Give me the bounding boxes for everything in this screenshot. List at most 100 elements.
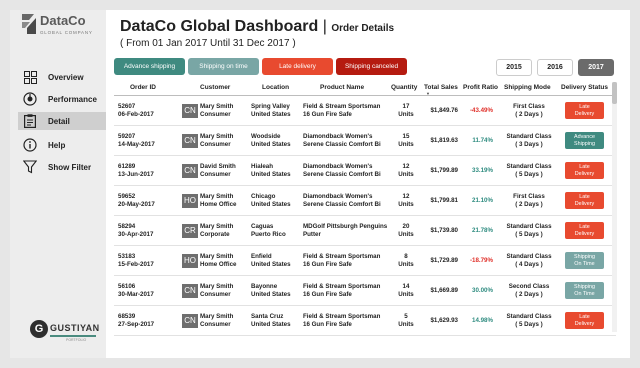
product-name-line1: Field & Stream Sportsman xyxy=(303,283,381,290)
quantity-cell: 14 Units xyxy=(394,283,418,299)
product-cell: Diamondback Women's Serene Classic Comfo… xyxy=(303,163,381,179)
profit-ratio: 14.98% xyxy=(472,317,493,324)
customer-cell: Mary Smith Consumer xyxy=(200,133,233,149)
shipping-days: ( 5 Days ) xyxy=(515,231,543,238)
order-id: 61289 xyxy=(118,163,136,170)
product-name-line2: Serene Classic Comfort Bi xyxy=(303,201,381,208)
product-name-line1: Diamondback Women's xyxy=(303,163,373,170)
customer-segment: Consumer xyxy=(200,291,231,298)
nav-item-detail[interactable]: Detail xyxy=(18,112,106,130)
delivery-status-badge: Late Delivery xyxy=(565,162,604,179)
brand-underline xyxy=(50,335,96,337)
status-line2: Delivery xyxy=(574,320,595,327)
product-cell: Diamondback Women's Serene Classic Comfo… xyxy=(303,193,381,209)
segment-badge: CN xyxy=(182,284,198,298)
customer-name: Mary Smith xyxy=(200,223,234,230)
order-id: 59207 xyxy=(118,133,136,140)
profit-ratio: 30.00% xyxy=(472,287,493,294)
shipping-days: ( 2 Days ) xyxy=(515,291,543,298)
col-customer[interactable]: Customer xyxy=(200,84,230,91)
product-name-line1: Field & Stream Sportsman xyxy=(303,253,381,260)
filter-late-delivery-button[interactable]: Late delivery xyxy=(262,58,333,75)
table-row[interactable]: 61289 13-Jun-2017 CN David Smith Consume… xyxy=(114,157,616,186)
filter-advance-shipping-button[interactable]: Advance shipping xyxy=(114,58,185,75)
location-city: Hialeah xyxy=(251,163,274,170)
quantity-unit: Units xyxy=(398,321,414,328)
nav-item-overview[interactable]: Overview xyxy=(18,68,106,86)
table-header: Order ID Customer Location Product Name … xyxy=(114,82,616,96)
table-row[interactable]: 53183 15-Feb-2017 HO Mary Smith Home Off… xyxy=(114,247,616,276)
location-country: United States xyxy=(251,171,291,178)
order-date: 13-Jun-2017 xyxy=(118,171,154,178)
delivery-status-badge: Late Delivery xyxy=(565,102,604,119)
location-cell: Chicago United States xyxy=(251,193,291,209)
total-sales: $1,799.89 xyxy=(430,167,458,174)
order-id-cell: 59207 14-May-2017 xyxy=(118,133,155,149)
customer-name: Mary Smith xyxy=(200,103,234,110)
product-cell: Field & Stream Sportsman 16 Gun Fire Saf… xyxy=(303,253,380,269)
title-separator: | xyxy=(322,18,327,35)
total-sales: $1,819.63 xyxy=(430,137,458,144)
table-row[interactable]: 52607 06-Feb-2017 CN Mary Smith Consumer… xyxy=(114,97,616,126)
customer-segment: Home Office xyxy=(200,201,237,208)
status-line2: Delivery xyxy=(574,230,595,237)
customer-segment: Corporate xyxy=(200,231,230,238)
segment-badge: CN xyxy=(182,104,198,118)
col-product-name[interactable]: Product Name xyxy=(320,84,364,91)
page-title: DataCo Global Dashboard | Order Details xyxy=(120,18,394,36)
nav-item-show-filter[interactable]: Show Filter xyxy=(18,158,106,176)
col-shipping-mode[interactable]: Shipping Mode xyxy=(504,84,551,91)
shipping-days: ( 5 Days ) xyxy=(515,171,543,178)
product-cell: Field & Stream Sportsman 16 Gun Fire Saf… xyxy=(303,103,380,119)
shipping-mode: First Class xyxy=(513,103,545,110)
delivery-status-badge: Shipping On Time xyxy=(565,282,604,299)
customer-segment: Consumer xyxy=(200,321,231,328)
page-subtitle: Order Details xyxy=(331,23,395,34)
profit-ratio: 11.74% xyxy=(472,137,493,144)
col-delivery-status[interactable]: Delivery Status xyxy=(561,84,608,91)
scrollbar-thumb[interactable] xyxy=(612,82,617,104)
table-row[interactable]: 68539 27-Sep-2017 CN Mary Smith Consumer… xyxy=(114,307,616,336)
year-2017-button[interactable]: 2017 xyxy=(578,59,614,76)
table-row[interactable]: 56106 30-Mar-2017 CN Mary Smith Consumer… xyxy=(114,277,616,306)
year-2015-button[interactable]: 2015 xyxy=(496,59,532,76)
profit-ratio: 21.78% xyxy=(472,227,493,234)
table-row[interactable]: 59207 14-May-2017 CN Mary Smith Consumer… xyxy=(114,127,616,156)
quantity-value: 14 xyxy=(402,283,410,290)
sort-desc-icon[interactable]: ▼ xyxy=(426,91,430,96)
order-id-cell: 68539 27-Sep-2017 xyxy=(118,313,154,329)
location-country: United States xyxy=(251,201,291,208)
location-city: Chicago xyxy=(251,193,276,200)
shipping-mode-cell: Standard Class ( 5 Days ) xyxy=(500,313,558,329)
table-row[interactable]: 59652 20-May-2017 HO Mary Smith Home Off… xyxy=(114,187,616,216)
nav-item-performance[interactable]: Performance xyxy=(18,90,106,108)
shipping-mode-cell: First Class ( 2 Days ) xyxy=(500,103,558,119)
col-location[interactable]: Location xyxy=(262,84,289,91)
col-profit-ratio[interactable]: Profit Ratio xyxy=(463,84,498,91)
col-order-id[interactable]: Order ID xyxy=(130,84,156,91)
col-total-sales[interactable]: Total Sales xyxy=(424,84,458,91)
order-id: 53183 xyxy=(118,253,136,260)
delivery-status-badge: Late Delivery xyxy=(565,312,604,329)
filter-shipping-canceled-button[interactable]: Shipping canceled xyxy=(336,58,407,75)
shipping-days: ( 4 Days ) xyxy=(515,261,543,268)
quantity-value: 15 xyxy=(402,133,410,140)
quantity-unit: Units xyxy=(398,291,414,298)
nav-label-detail: Detail xyxy=(48,116,70,126)
filter-shipping-on-time-button[interactable]: Shipping on time xyxy=(188,58,259,75)
table-scrollbar[interactable] xyxy=(612,82,617,332)
product-name-line1: Diamondback Women's xyxy=(303,193,373,200)
delivery-status-badge: Advance Shipping xyxy=(565,132,604,149)
location-country: Puerto Rico xyxy=(251,231,286,238)
segment-badge: CR xyxy=(182,224,198,238)
shipping-days: ( 2 Days ) xyxy=(515,201,543,208)
year-2016-button[interactable]: 2016 xyxy=(537,59,573,76)
col-quantity[interactable]: Quantity xyxy=(391,84,417,91)
table-row[interactable]: 58294 30-Apr-2017 CR Mary Smith Corporat… xyxy=(114,217,616,246)
nav-item-help[interactable]: Help xyxy=(18,136,106,154)
status-line2: Shipping xyxy=(574,140,595,147)
profit-ratio: 33.19% xyxy=(472,167,493,174)
customer-cell: David Smith Consumer xyxy=(200,163,236,179)
product-name-line2: Putter xyxy=(303,231,321,238)
status-line1: Late xyxy=(579,193,590,200)
